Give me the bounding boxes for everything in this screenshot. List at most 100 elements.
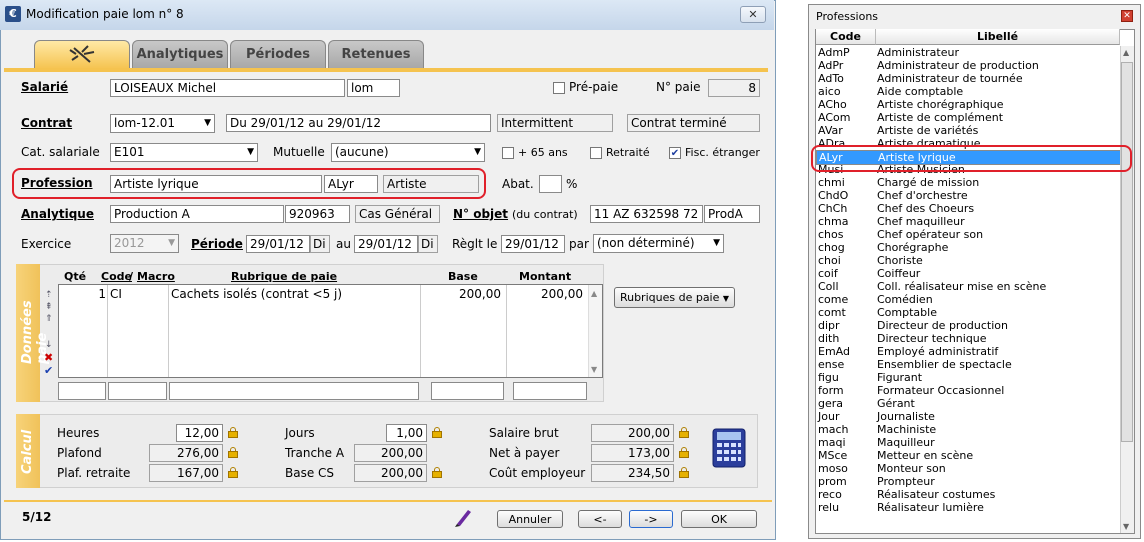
objet-field[interactable]: 11 AZ 632598 72 bbox=[590, 205, 703, 223]
profession-row[interactable]: figu Figurant bbox=[816, 371, 1120, 384]
profession-row[interactable]: ChdO Chef d'orchestre bbox=[816, 189, 1120, 202]
annuler-button[interactable]: Annuler bbox=[497, 510, 563, 528]
header-rubrique[interactable]: Rubrique de paie bbox=[231, 270, 337, 283]
profession-row[interactable]: EmAd Employé administratif bbox=[816, 345, 1120, 358]
heures-field[interactable]: 12,00 bbox=[176, 424, 223, 442]
objet-code-field[interactable]: ProdA bbox=[704, 205, 760, 223]
lock-icon[interactable] bbox=[679, 427, 689, 438]
profession-row[interactable]: relu Réalisateur lumière bbox=[816, 501, 1120, 514]
prepaie-checkbox[interactable] bbox=[553, 82, 565, 94]
lock-icon[interactable] bbox=[432, 467, 442, 478]
scroll-up-icon[interactable]: ▲ bbox=[1123, 48, 1129, 57]
profession-row[interactable]: AdmP Administrateur bbox=[816, 46, 1120, 59]
profession-code-field[interactable]: ALyr bbox=[324, 175, 378, 193]
scroll-down-icon[interactable]: ▼ bbox=[591, 365, 597, 374]
jours-field[interactable]: 1,00 bbox=[386, 424, 427, 442]
validate-row-icon[interactable]: ✔ bbox=[44, 364, 53, 377]
profession-field[interactable]: Artiste lyrique bbox=[110, 175, 322, 193]
scroll-down-icon[interactable]: ▼ bbox=[1123, 522, 1129, 531]
profession-row[interactable]: AdPr Administrateur de production bbox=[816, 59, 1120, 72]
header-code[interactable]: Code bbox=[101, 270, 132, 283]
insert-row-icon[interactable]: ⇡ bbox=[45, 290, 53, 300]
row-rubrique[interactable]: Cachets isolés (contrat <5 j) bbox=[171, 287, 342, 301]
profession-row[interactable]: coif Coiffeur bbox=[816, 267, 1120, 280]
profession-row[interactable]: moso Monteur son bbox=[816, 462, 1120, 475]
profession-row[interactable]: chma Chef maquilleur bbox=[816, 215, 1120, 228]
row-code[interactable]: CI bbox=[110, 287, 122, 301]
move-down-icon[interactable]: ↓ bbox=[45, 340, 53, 350]
pen-icon[interactable] bbox=[453, 506, 473, 528]
grid-scrollbar[interactable] bbox=[588, 285, 602, 377]
analytique-label[interactable]: Analytique bbox=[21, 207, 94, 221]
row-montant[interactable]: 200,00 bbox=[508, 287, 583, 301]
profession-row[interactable]: dipr Directeur de production bbox=[816, 319, 1120, 332]
profession-row[interactable]: ACho Artiste chorégraphique bbox=[816, 98, 1120, 111]
lock-icon[interactable] bbox=[228, 447, 238, 458]
profession-row[interactable]: chmi Chargé de mission bbox=[816, 176, 1120, 189]
move-top-icon[interactable]: ⇑ bbox=[45, 314, 53, 324]
header-macro[interactable]: Macro bbox=[137, 270, 175, 283]
profession-row[interactable]: form Formateur Occasionnel bbox=[816, 384, 1120, 397]
salarie-code-field[interactable]: lom bbox=[347, 79, 400, 97]
plus65-checkbox[interactable] bbox=[502, 147, 514, 159]
profession-row[interactable]: prom Prompteur bbox=[816, 475, 1120, 488]
close-icon[interactable]: ✕ bbox=[1121, 10, 1133, 22]
profession-row[interactable]: AVar Artiste de variétés bbox=[816, 124, 1120, 137]
edit-montant-field[interactable] bbox=[513, 382, 587, 400]
profession-row[interactable]: aico Aide comptable bbox=[816, 85, 1120, 98]
lock-icon[interactable] bbox=[432, 427, 442, 438]
profession-row[interactable]: reco Réalisateur costumes bbox=[816, 488, 1120, 501]
periode-label[interactable]: Période bbox=[191, 237, 243, 251]
tab-general[interactable] bbox=[34, 40, 130, 69]
lock-icon[interactable] bbox=[679, 467, 689, 478]
profession-row[interactable]: comt Comptable bbox=[816, 306, 1120, 319]
periode-from-field[interactable]: 29/01/12 bbox=[246, 235, 310, 253]
row-base[interactable]: 200,00 bbox=[422, 287, 501, 301]
col-header-libelle[interactable]: Libellé bbox=[876, 29, 1120, 45]
next-button[interactable]: -> bbox=[629, 510, 673, 528]
fisc-checkbox[interactable]: ✔ bbox=[669, 147, 681, 159]
periode-to-field[interactable]: 29/01/12 bbox=[354, 235, 418, 253]
profession-row[interactable]: maqi Maquilleur bbox=[816, 436, 1120, 449]
cat-salariale-select[interactable]: E101 ▼ bbox=[110, 143, 258, 162]
profession-row[interactable]: mach Machiniste bbox=[816, 423, 1120, 436]
lock-icon[interactable] bbox=[228, 467, 238, 478]
profession-row[interactable]: ChCh Chef des Choeurs bbox=[816, 202, 1120, 215]
rubriques-button[interactable]: Rubriques de paie ▼ bbox=[614, 287, 735, 308]
col-header-code[interactable]: Code bbox=[816, 29, 876, 45]
scroll-thumb[interactable] bbox=[1121, 62, 1133, 442]
contrat-label[interactable]: Contrat bbox=[21, 116, 72, 130]
lock-icon[interactable] bbox=[228, 427, 238, 438]
lock-icon[interactable] bbox=[679, 447, 689, 458]
calculator-icon[interactable] bbox=[712, 428, 746, 468]
delete-row-icon[interactable]: ✖ bbox=[44, 351, 53, 364]
profession-row[interactable]: AdTo Administrateur de tournée bbox=[816, 72, 1120, 85]
analytique-field[interactable]: Production A bbox=[110, 205, 284, 223]
profession-row[interactable]: chog Chorégraphe bbox=[816, 241, 1120, 254]
prev-button[interactable]: <- bbox=[578, 510, 622, 528]
tab-retenues[interactable]: Retenues bbox=[328, 40, 424, 68]
retraite-checkbox[interactable] bbox=[590, 147, 602, 159]
salarie-name-field[interactable]: LOISEAUX Michel bbox=[110, 79, 345, 97]
objet-label[interactable]: N° objet bbox=[453, 207, 508, 221]
row-qte[interactable]: 1 bbox=[60, 287, 106, 301]
profession-row[interactable]: chos Chef opérateur son bbox=[816, 228, 1120, 241]
scroll-up-icon[interactable]: ▲ bbox=[591, 289, 597, 298]
move-up-icon[interactable]: ⇞ bbox=[45, 302, 53, 312]
profession-row[interactable]: Coll Coll. réalisateur mise en scène bbox=[816, 280, 1120, 293]
edit-rubrique-field[interactable] bbox=[169, 382, 419, 400]
mutuelle-select[interactable]: (aucune) ▼ bbox=[331, 143, 485, 162]
exercice-select[interactable]: 2012 ▼ bbox=[110, 234, 179, 253]
salarie-label[interactable]: Salarié bbox=[21, 80, 68, 94]
profession-row[interactable]: MSce Metteur en scène bbox=[816, 449, 1120, 462]
edit-base-field[interactable] bbox=[431, 382, 504, 400]
profession-row[interactable]: come Comédien bbox=[816, 293, 1120, 306]
reglt-field[interactable]: 29/01/12 bbox=[501, 235, 565, 253]
tab-periodes[interactable]: Périodes bbox=[230, 40, 326, 68]
profession-row[interactable]: choi Choriste bbox=[816, 254, 1120, 267]
contrat-select[interactable]: lom-12.01 ▼ bbox=[110, 114, 215, 133]
profession-row[interactable]: gera Gérant bbox=[816, 397, 1120, 410]
ok-button[interactable]: OK bbox=[681, 510, 757, 528]
abat-field[interactable] bbox=[539, 175, 562, 193]
edit-qte-field[interactable] bbox=[58, 382, 106, 400]
